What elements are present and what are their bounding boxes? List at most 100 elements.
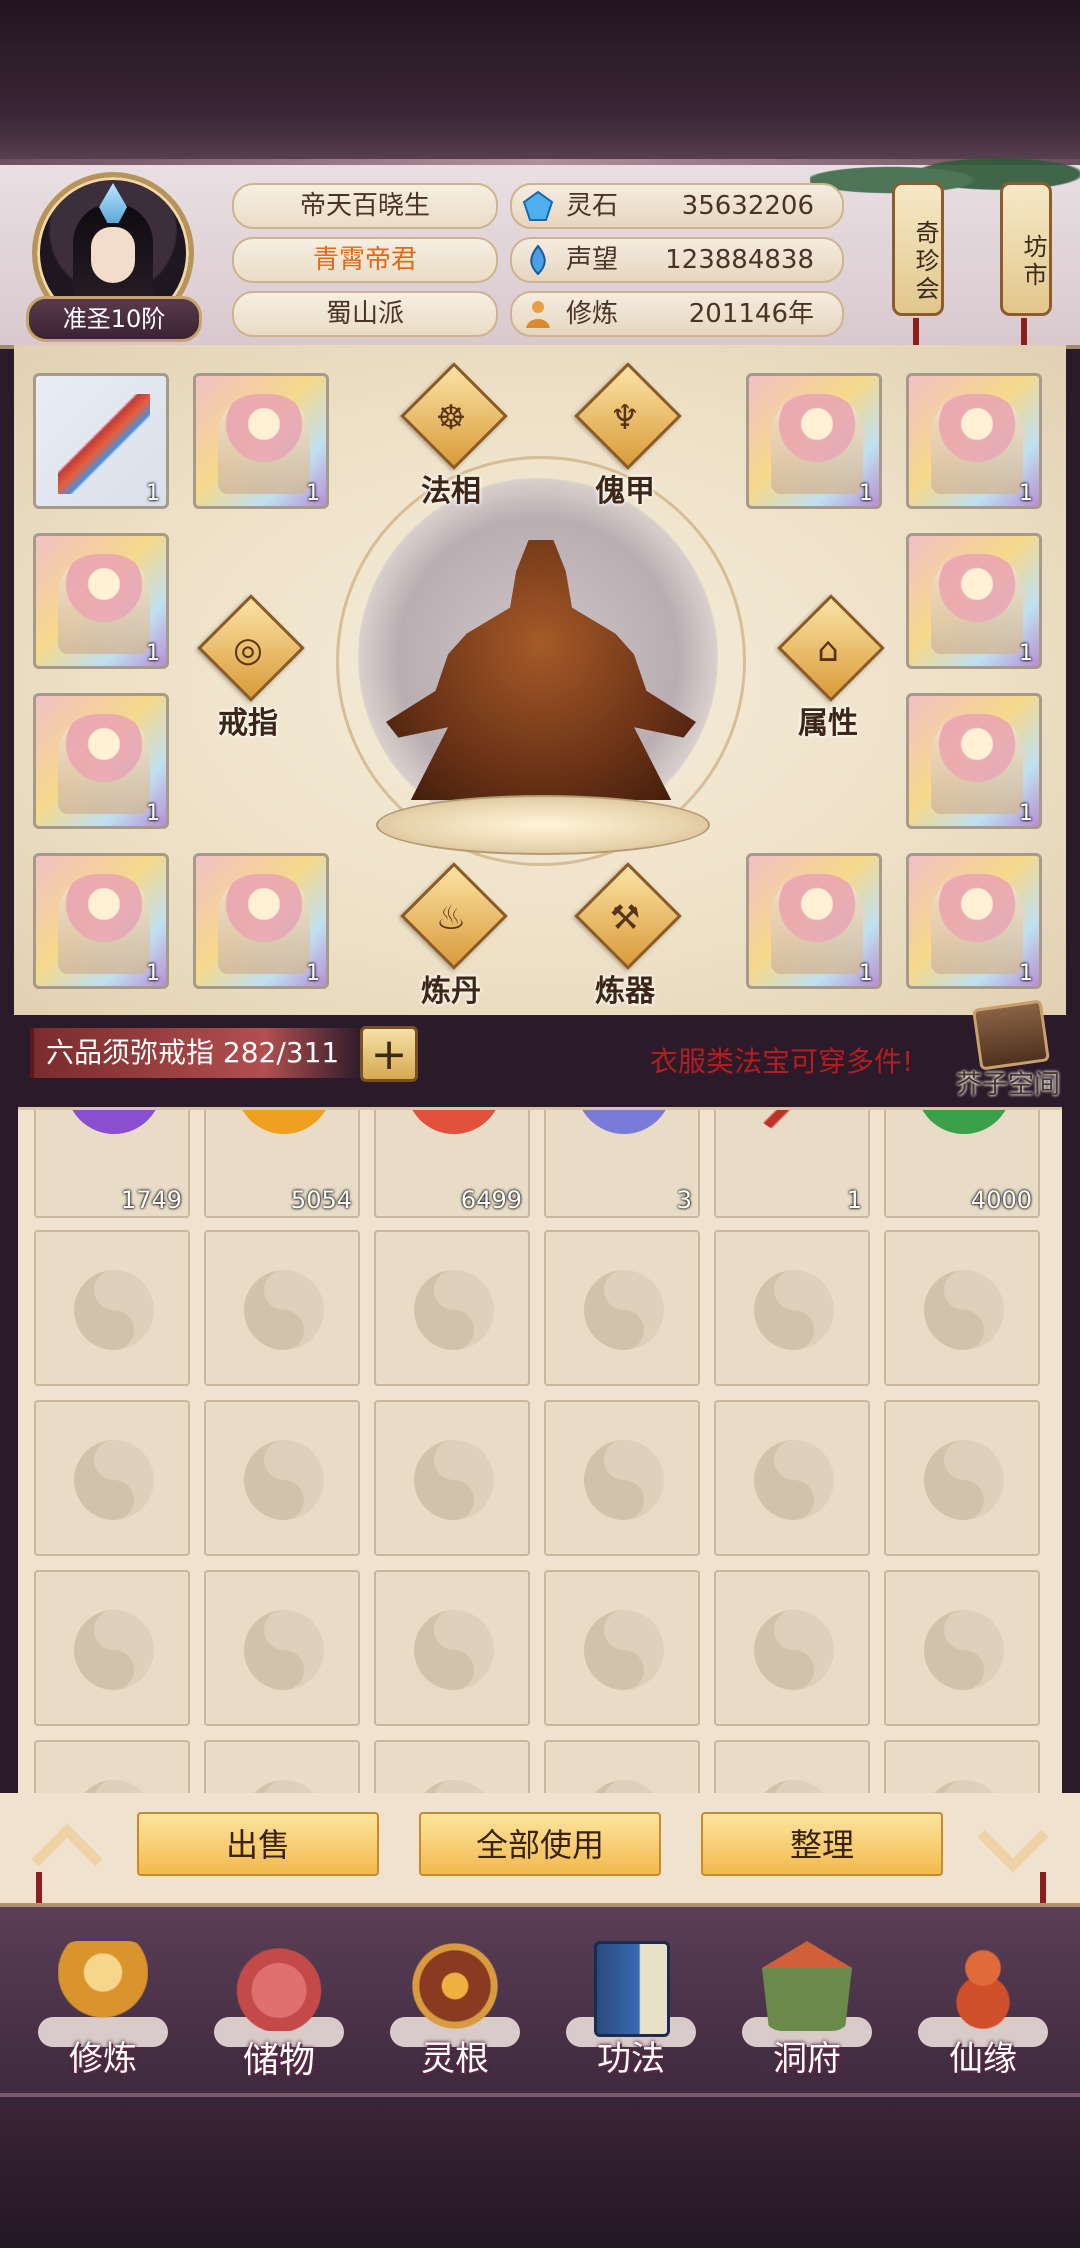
armor-icon: ♆ <box>609 398 641 438</box>
equip-slot-left-4[interactable]: 1 <box>33 693 169 829</box>
nav-spirit-root[interactable]: 灵根 <box>380 1935 530 2085</box>
reputation-icon <box>530 244 546 276</box>
inventory-item[interactable]: 4000 <box>884 1110 1040 1218</box>
dharma-form-button[interactable]: ☸ 法相 <box>391 362 511 509</box>
empty-slot[interactable] <box>34 1230 190 1386</box>
empty-slot[interactable] <box>374 1570 530 1726</box>
puppet-armor-button[interactable]: ♆ 傀甲 <box>565 362 685 509</box>
yin-yang-icon <box>754 1610 834 1690</box>
equip-slot-left-2[interactable]: 1 <box>193 373 329 509</box>
empty-slot[interactable] <box>34 1740 190 1796</box>
top-decor-band <box>0 0 1080 165</box>
mustard-space-button[interactable]: 芥子空间 <box>948 999 1068 1110</box>
empty-slot[interactable] <box>884 1400 1040 1556</box>
alchemy-button[interactable]: ♨ 炼丹 <box>391 862 511 1009</box>
market-button[interactable]: 坊市 <box>1000 182 1052 316</box>
nav-destiny[interactable]: 仙缘 <box>908 1935 1058 2085</box>
empty-slot[interactable] <box>204 1740 360 1796</box>
equip-slot-right-3[interactable]: 1 <box>906 533 1042 669</box>
realm-badge: 准圣10阶 <box>26 296 202 342</box>
resource-spirit-stone: 灵石 35632206 <box>510 183 844 229</box>
yin-yang-icon <box>244 1270 324 1350</box>
inventory-item[interactable]: 1 <box>714 1110 870 1218</box>
equip-slot-right-1[interactable]: 1 <box>746 373 882 509</box>
empty-slot[interactable] <box>374 1740 530 1796</box>
yin-yang-icon <box>414 1610 494 1690</box>
empty-slot[interactable] <box>714 1740 870 1796</box>
destiny-gourd-icon <box>938 1941 1028 2031</box>
sell-button[interactable]: 出售 <box>137 1812 379 1876</box>
empty-slot[interactable] <box>714 1230 870 1386</box>
yin-yang-icon <box>924 1440 1004 1520</box>
forging-button[interactable]: ⚒ 炼器 <box>565 862 685 1009</box>
yin-yang-icon <box>74 1440 154 1520</box>
yin-yang-icon <box>414 1440 494 1520</box>
storage-bag-icon <box>234 1941 324 2031</box>
equip-slot-right-2[interactable]: 1 <box>906 373 1042 509</box>
scroll-down-arrow-icon[interactable] <box>970 1812 1056 1864</box>
scroll-up-arrow-icon[interactable] <box>24 1812 110 1864</box>
inventory-item[interactable]: 1749 <box>34 1110 190 1218</box>
spirit-root-icon <box>410 1941 500 2031</box>
yin-yang-icon <box>74 1270 154 1350</box>
empty-slot[interactable] <box>714 1400 870 1556</box>
equip-slot-right-4[interactable]: 1 <box>906 693 1042 829</box>
item-icon <box>746 1110 842 1134</box>
empty-slot[interactable] <box>34 1570 190 1726</box>
equip-slot-left-5[interactable]: 1 <box>33 853 169 989</box>
equip-slot-left-6[interactable]: 1 <box>193 853 329 989</box>
chest-icon <box>972 999 1050 1071</box>
sort-button[interactable]: 整理 <box>701 1812 943 1876</box>
empty-slot[interactable] <box>204 1570 360 1726</box>
empty-slot[interactable] <box>544 1400 700 1556</box>
empty-slot[interactable] <box>204 1230 360 1386</box>
empty-slot[interactable] <box>544 1740 700 1796</box>
nav-technique[interactable]: 功法 <box>556 1935 706 2085</box>
cave-dwelling-icon <box>762 1941 852 2031</box>
inventory-item[interactable]: 5054 <box>204 1110 360 1218</box>
inventory-item[interactable]: 3 <box>544 1110 700 1218</box>
item-icon <box>916 1110 1012 1134</box>
technique-book-icon <box>594 1941 670 2037</box>
spirit-stone-icon <box>522 190 554 221</box>
equip-slot-left-3[interactable]: 1 <box>33 533 169 669</box>
hat-icon: ⌂ <box>817 630 839 670</box>
use-all-button[interactable]: 全部使用 <box>419 1812 661 1876</box>
ring-button[interactable]: ◎ 戒指 <box>188 594 308 741</box>
item-icon <box>576 1110 672 1134</box>
nav-cultivate[interactable]: 修炼 <box>28 1935 178 2085</box>
treasure-fair-button[interactable]: 奇珍会 <box>892 182 944 316</box>
equip-slot-right-6[interactable]: 1 <box>906 853 1042 989</box>
player-name: 帝天百晓生 <box>232 183 498 229</box>
equip-slot-left-1[interactable]: 1 <box>33 373 169 509</box>
inventory-item[interactable]: 6499 <box>374 1110 530 1218</box>
nav-storage[interactable]: 储物 <box>204 1935 354 2085</box>
cultivate-icon <box>58 1941 148 2031</box>
empty-slot[interactable] <box>374 1230 530 1386</box>
empty-slot[interactable] <box>204 1400 360 1556</box>
player-title[interactable]: 青霄帝君 <box>232 237 498 283</box>
expand-storage-button[interactable]: + <box>360 1026 418 1082</box>
empty-slot[interactable] <box>884 1570 1040 1726</box>
item-icon <box>236 1110 332 1134</box>
item-icon <box>66 1110 162 1134</box>
empty-slot[interactable] <box>34 1400 190 1556</box>
nav-cave-dwelling[interactable]: 洞府 <box>732 1935 882 2085</box>
empty-slot[interactable] <box>544 1230 700 1386</box>
inventory-grid[interactable]: 1749 5054 6499 3 1 4000 <box>18 1107 1062 1796</box>
item-icon <box>406 1110 502 1134</box>
yin-yang-icon <box>584 1270 664 1350</box>
empty-slot[interactable] <box>884 1230 1040 1386</box>
empty-slot[interactable] <box>884 1740 1040 1796</box>
empty-slot[interactable] <box>714 1570 870 1726</box>
ring-icon: ◎ <box>233 630 263 670</box>
equip-slot-right-5[interactable]: 1 <box>746 853 882 989</box>
yin-yang-icon <box>584 1440 664 1520</box>
equip-tip: 衣服类法宝可穿多件! <box>650 1045 914 1078</box>
attributes-button[interactable]: ⌂ 属性 <box>768 594 888 741</box>
empty-slot[interactable] <box>544 1570 700 1726</box>
lotus-dais <box>376 795 710 855</box>
empty-slot[interactable] <box>374 1400 530 1556</box>
yin-yang-icon <box>244 1440 324 1520</box>
bottom-decor-band <box>0 2093 1080 2248</box>
